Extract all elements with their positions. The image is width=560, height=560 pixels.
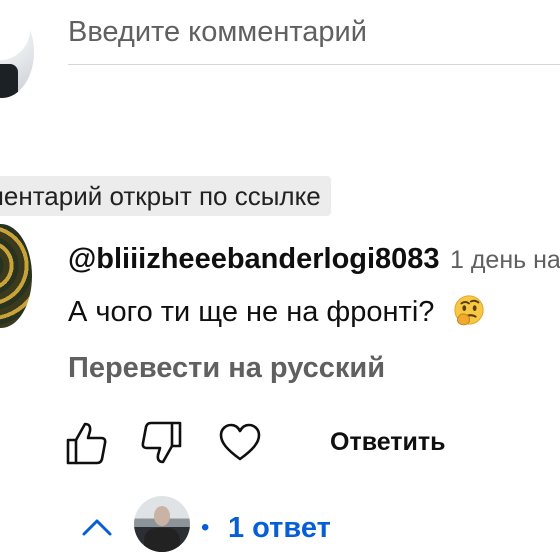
reply-button[interactable]: Ответить (330, 424, 446, 460)
thinking-face-icon (454, 295, 485, 326)
comment-thread: Введите комментарий ментарий открыт по с… (0, 0, 560, 560)
comment-text-body: А чого ти ще не на фронті? (68, 296, 435, 328)
comment-author[interactable]: @bliiizheeebanderlogi8083 (68, 240, 440, 278)
separator-dot: • (201, 514, 210, 541)
comment-author-avatar[interactable] (0, 224, 32, 328)
comment-time[interactable]: 1 день на (450, 240, 560, 278)
chevron-up-icon[interactable] (80, 514, 114, 540)
current-user-avatar (0, 6, 34, 98)
replies-toggle[interactable]: 1 ответ (228, 510, 331, 546)
comment-input[interactable]: Введите комментарий (68, 12, 560, 65)
linked-comment-chip: ментарий открыт по ссылке (0, 176, 331, 216)
thumb-down-icon[interactable] (140, 419, 184, 467)
translate-button[interactable]: Перевести на русский (68, 348, 385, 388)
reply-author-avatar[interactable] (134, 496, 190, 552)
comment-text: А чого ти ще не на фронті? (68, 292, 486, 332)
linked-comment-label: ментарий открыт по ссылке (0, 180, 321, 211)
comment-input-placeholder[interactable]: Введите комментарий (68, 12, 560, 52)
thumb-up-icon[interactable] (64, 419, 108, 467)
heart-icon[interactable] (218, 419, 262, 467)
